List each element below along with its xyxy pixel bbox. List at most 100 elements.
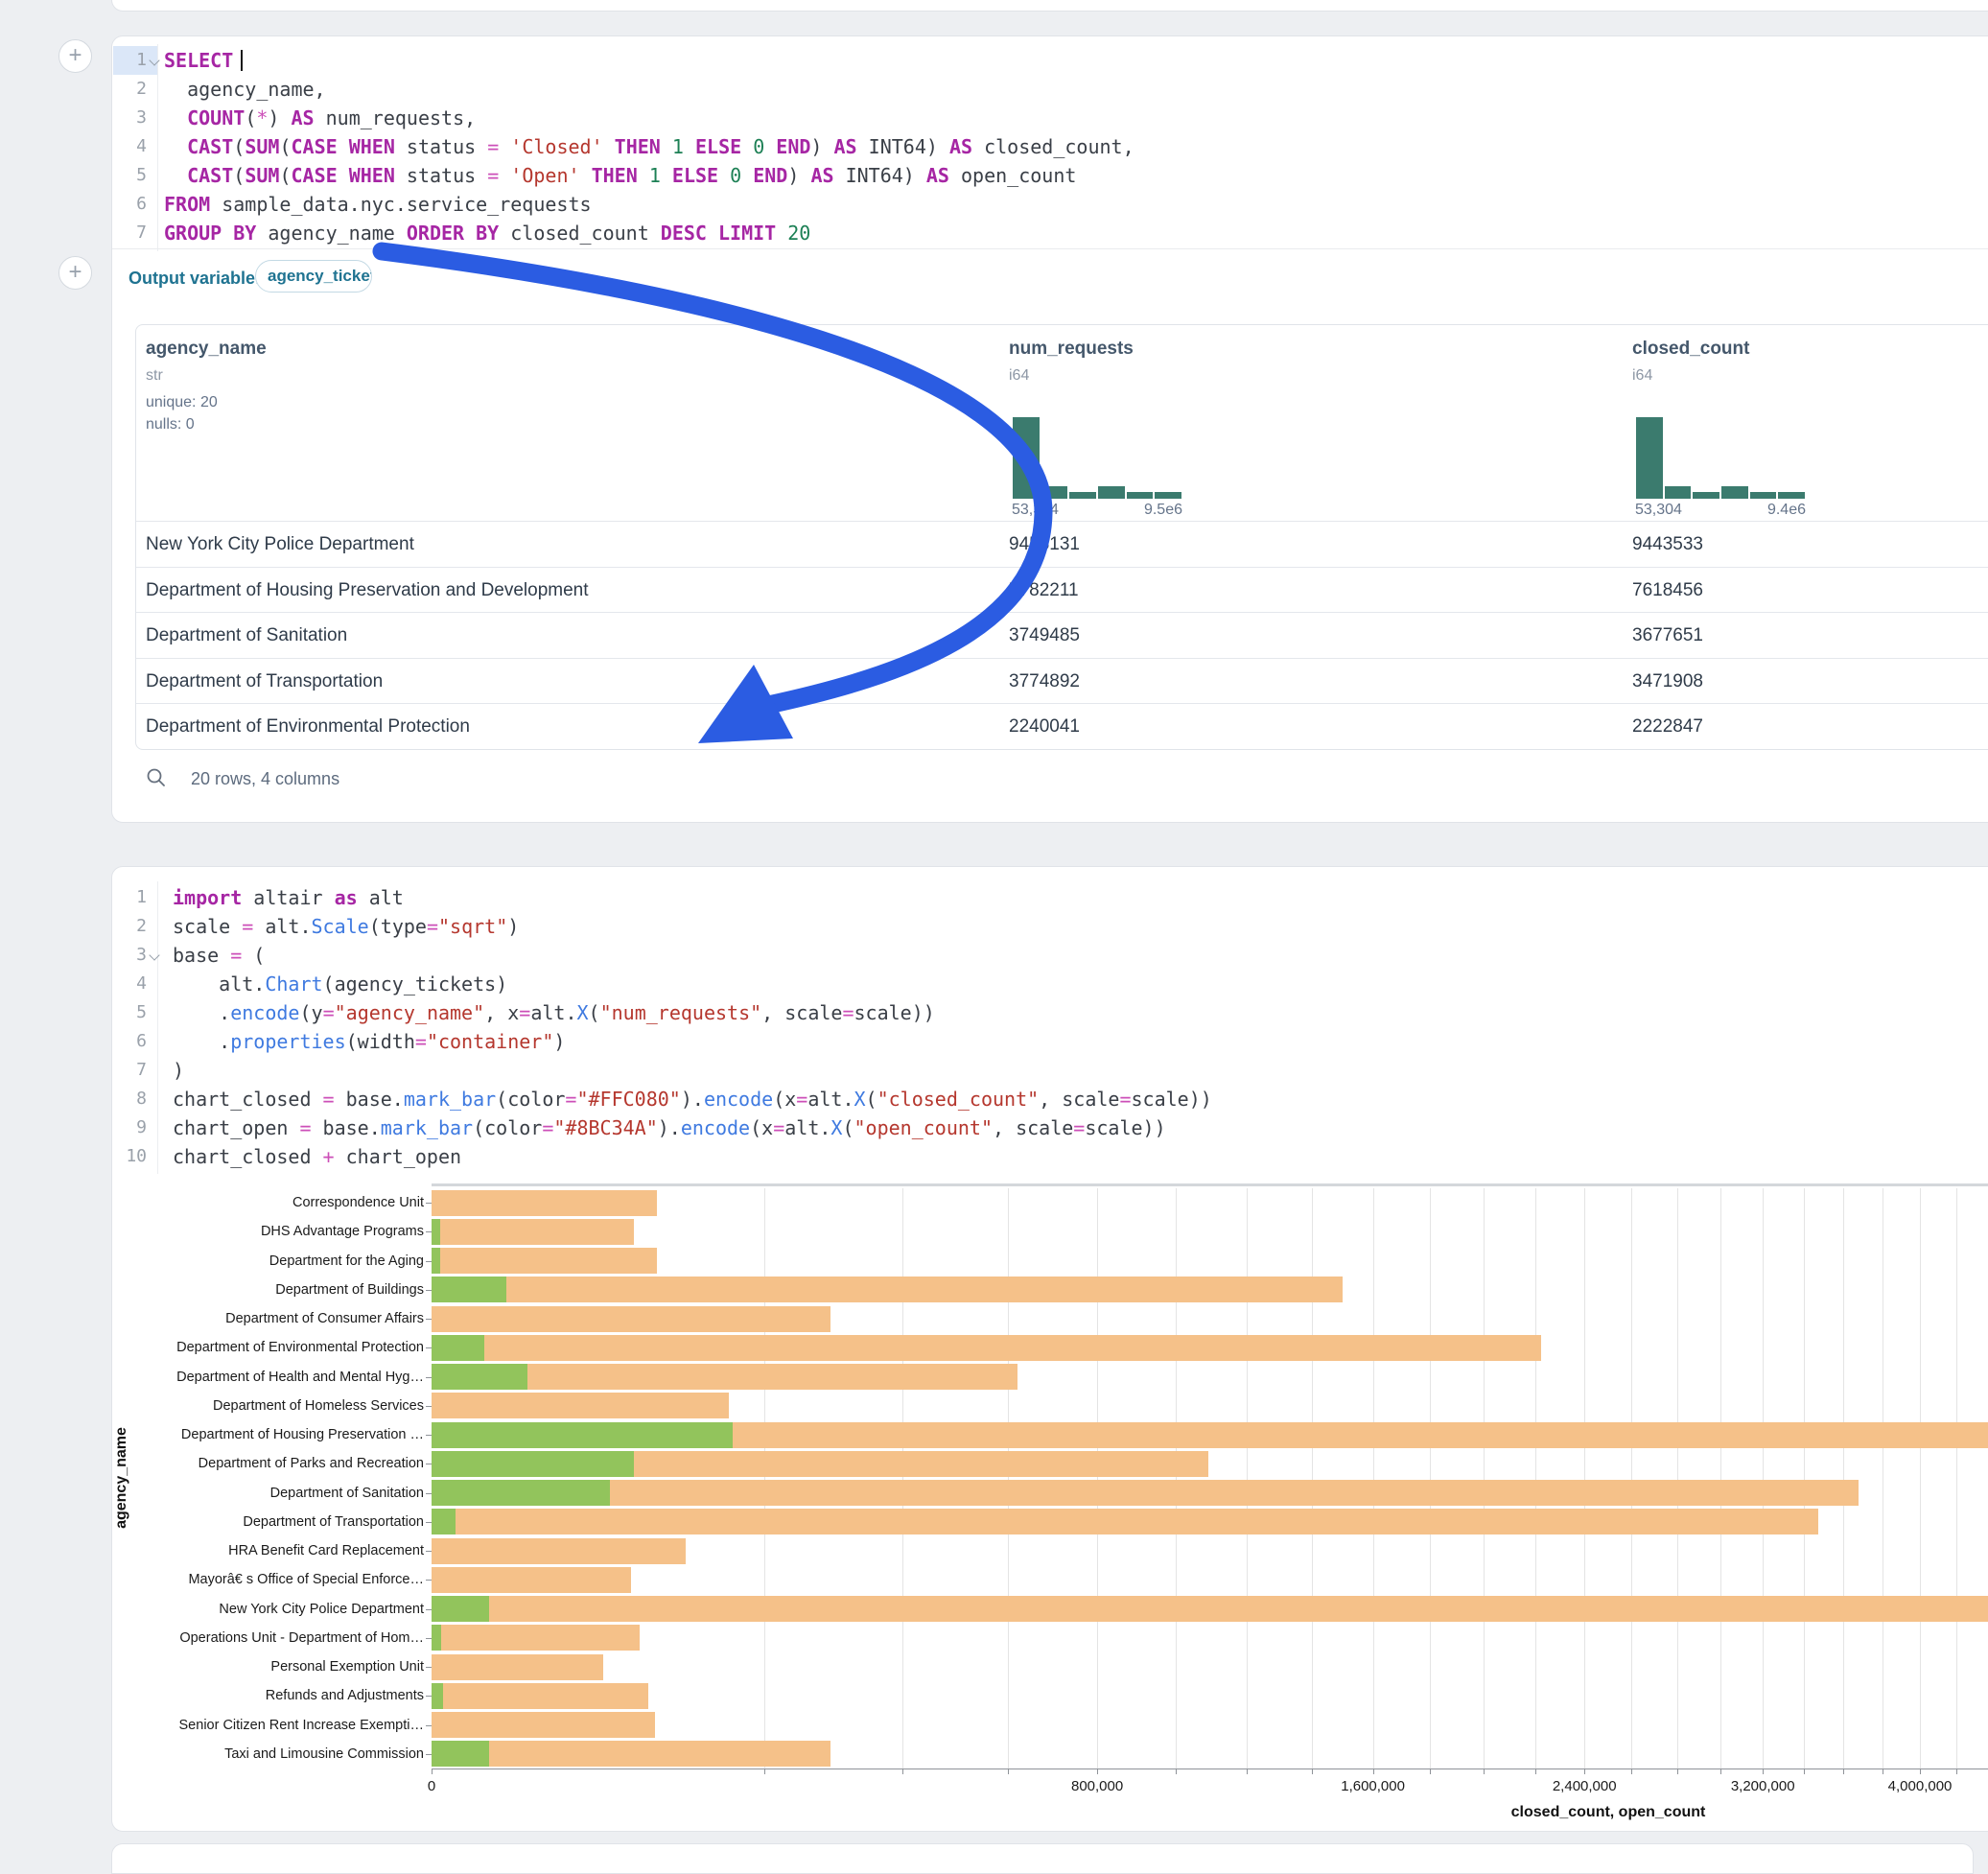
chart-bar-closed <box>432 1712 655 1738</box>
code-token: CASE <box>291 164 337 187</box>
code-token <box>164 106 187 129</box>
y-axis-label: Department of Environmental Protection <box>176 1339 424 1356</box>
code-token: (color <box>473 1116 542 1139</box>
add-cell-button[interactable]: + <box>58 256 92 290</box>
python-editor[interactable]: 1import altair as alt2scale = alt.Scale(… <box>112 883 1988 1171</box>
y-axis-label: Department of Sanitation <box>270 1485 424 1502</box>
y-axis-label: Department for the Aging <box>269 1253 424 1270</box>
code-line[interactable]: 4 alt.Chart(agency_tickets) <box>112 970 1988 998</box>
code-token: agency_name, <box>164 78 326 101</box>
code-token: ( <box>866 1088 877 1111</box>
chart-bar-closed <box>432 1335 1541 1361</box>
chart-bar-open <box>432 1480 610 1506</box>
x-axis-tick-label: 2,400,000 <box>1553 1778 1617 1794</box>
code-token: CASE <box>291 135 337 158</box>
code-line[interactable]: 2 agency_name, <box>112 75 1988 104</box>
line-number: 4 <box>112 970 147 998</box>
code-token: encode <box>230 1001 299 1024</box>
code-token: GROUP BY <box>164 222 256 245</box>
code-token: "num_requests" <box>600 1001 762 1024</box>
table-cell: Department of Housing Preservation and D… <box>146 568 589 614</box>
code-line[interactable]: 7) <box>112 1056 1988 1085</box>
chart-bar-closed <box>432 1596 1988 1622</box>
code-token: AS <box>926 164 949 187</box>
code-line[interactable]: 6 .properties(width="container") <box>112 1027 1988 1056</box>
chart-bar-closed <box>432 1625 640 1651</box>
fold-chevron-icon[interactable] <box>149 949 159 960</box>
table-row[interactable]: Department of Housing Preservation and D… <box>136 567 1988 614</box>
y-axis-label: Department of Health and Mental Hyg… <box>176 1369 424 1386</box>
table-cell: 3471908 <box>1632 659 1703 705</box>
y-axis-label: Senior Citizen Rent Increase Exempti… <box>179 1717 424 1734</box>
code-token: scale <box>173 915 242 938</box>
code-token: ( <box>242 944 265 967</box>
code-token <box>776 222 787 245</box>
bar-chart: agency_name closed_count, open_count 080… <box>432 1188 1988 1769</box>
code-token: = <box>773 1116 784 1139</box>
y-axis-label: Department of Consumer Affairs <box>225 1310 424 1327</box>
code-token: THEN <box>615 135 661 158</box>
table-body: New York City Police Department945313194… <box>136 521 1988 749</box>
output-variable-pill[interactable]: agency_tickets <box>255 260 372 293</box>
code-text: CAST(SUM(CASE WHEN status = 'Closed' THE… <box>164 132 1134 161</box>
code-line[interactable]: 6FROM sample_data.nyc.service_requests <box>112 190 1988 219</box>
table-row[interactable]: Department of Environmental Protection22… <box>136 703 1988 750</box>
code-token: = <box>796 1088 807 1111</box>
code-line[interactable]: 10chart_closed + chart_open <box>112 1142 1988 1171</box>
search-icon[interactable] <box>145 766 168 789</box>
code-token: 'Closed' <box>510 135 602 158</box>
code-token: import <box>173 886 242 909</box>
code-line[interactable]: 2scale = alt.Scale(type="sqrt") <box>112 912 1988 941</box>
table-row[interactable]: Department of Transportation377489234719… <box>136 658 1988 705</box>
line-number: 3 <box>112 941 147 970</box>
code-token: chart_closed <box>173 1145 323 1168</box>
code-token: alt. <box>807 1088 854 1111</box>
code-line[interactable]: 4 CAST(SUM(CASE WHEN status = 'Closed' T… <box>112 132 1988 161</box>
code-token <box>764 135 776 158</box>
code-token: ) <box>810 135 833 158</box>
code-token: ) <box>268 106 291 129</box>
add-cell-button[interactable]: + <box>58 39 92 73</box>
code-line[interactable]: 1import altair as alt <box>112 883 1988 912</box>
code-token: chart_open <box>173 1116 299 1139</box>
column-name: num_requests <box>1009 339 1134 360</box>
code-line[interactable]: 8chart_closed = base.mark_bar(color="#FF… <box>112 1085 1988 1113</box>
table-row-count: 20 rows, 4 columns <box>191 769 339 789</box>
code-token: = <box>542 1116 553 1139</box>
code-token: , scale <box>1039 1088 1119 1111</box>
code-line[interactable]: 9chart_open = base.mark_bar(color="#8BC3… <box>112 1113 1988 1142</box>
chart-scrollbar[interactable] <box>432 1183 1988 1186</box>
code-token: * <box>256 106 268 129</box>
code-line[interactable]: 3base = ( <box>112 941 1988 970</box>
code-line[interactable]: 3 COUNT(*) AS num_requests, <box>112 104 1988 132</box>
chart-bar-open <box>432 1509 456 1534</box>
grid-line <box>1920 1188 1921 1769</box>
cell-divider <box>112 248 1988 249</box>
code-line[interactable]: 5 .encode(y="agency_name", x=alt.X("num_… <box>112 998 1988 1027</box>
code-token: = <box>415 1030 427 1053</box>
code-line[interactable]: 7GROUP BY agency_name ORDER BY closed_co… <box>112 219 1988 247</box>
code-token: AS <box>834 135 857 158</box>
code-token: ( <box>589 1001 600 1024</box>
code-token: DESC <box>661 222 707 245</box>
chart-bar-closed <box>432 1509 1818 1534</box>
table-row[interactable]: Department of Sanitation37494853677651 <box>136 612 1988 659</box>
code-token: ( <box>279 164 291 187</box>
code-token: "sqrt" <box>438 915 507 938</box>
chart-bar-open <box>432 1219 440 1245</box>
line-number: 2 <box>112 75 147 104</box>
grid-line <box>1247 1188 1248 1769</box>
sql-editor[interactable]: 1SELECT2 agency_name,3 COUNT(*) AS num_r… <box>112 46 1988 247</box>
code-token: AS <box>810 164 833 187</box>
code-line[interactable]: 1SELECT <box>112 46 1988 75</box>
code-token <box>580 164 592 187</box>
code-token: ( <box>233 164 245 187</box>
code-token: "container" <box>427 1030 553 1053</box>
fold-chevron-icon[interactable] <box>149 55 159 65</box>
code-token: scale)) <box>854 1001 935 1024</box>
code-text: .properties(width="container") <box>173 1027 565 1056</box>
table-row[interactable]: New York City Police Department945313194… <box>136 521 1988 568</box>
grid-line <box>1584 1188 1585 1769</box>
code-line[interactable]: 5 CAST(SUM(CASE WHEN status = 'Open' THE… <box>112 161 1988 190</box>
line-number: 6 <box>112 1027 147 1056</box>
